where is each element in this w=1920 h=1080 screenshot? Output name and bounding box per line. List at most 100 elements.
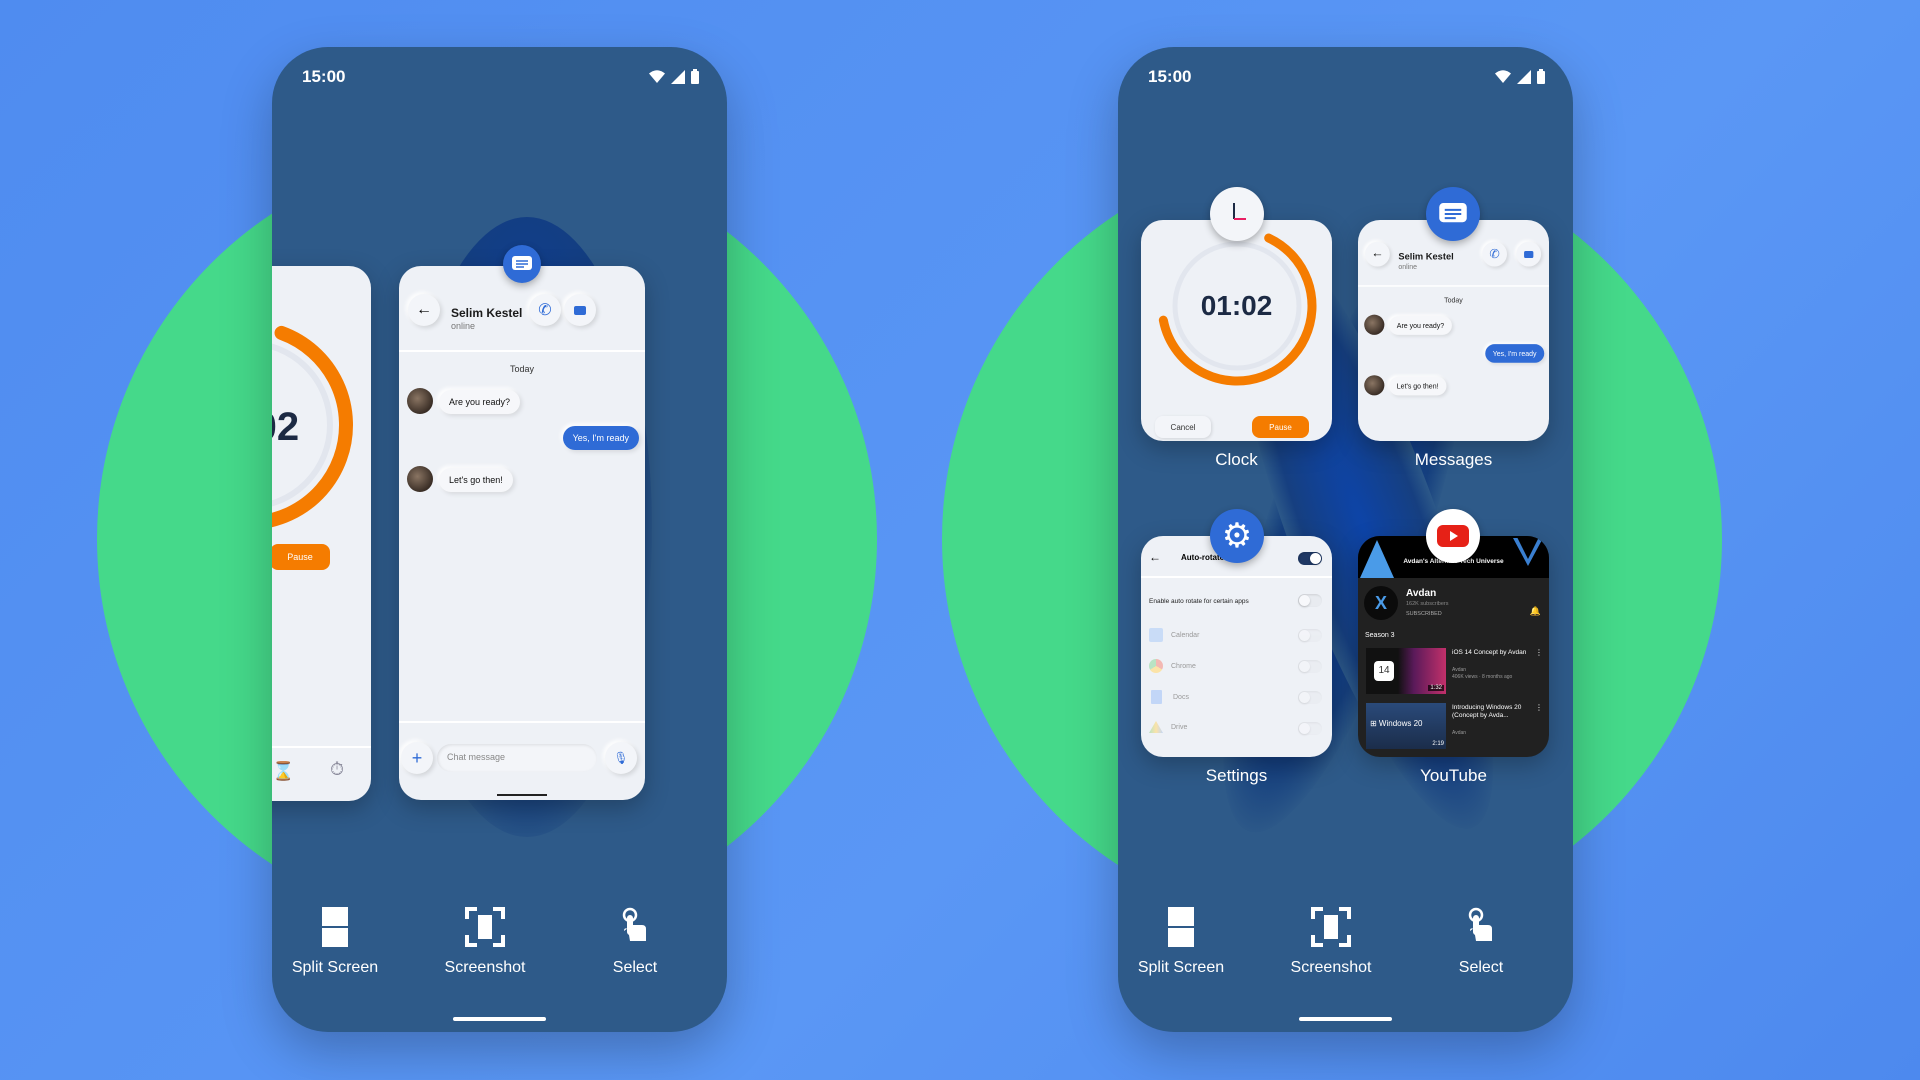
settings-app-icon[interactable]: ⚙ bbox=[1210, 509, 1264, 563]
section-title: Season 3 bbox=[1365, 632, 1395, 639]
chat-message-input[interactable]: Chat message bbox=[437, 744, 597, 772]
chrome-icon bbox=[1149, 659, 1163, 673]
timer-display: 01:02 bbox=[272, 405, 300, 449]
app-name: Docs bbox=[1173, 693, 1189, 701]
channel-name: Avdan bbox=[1406, 588, 1437, 599]
messages-icon bbox=[512, 256, 532, 270]
chrome-toggle[interactable] bbox=[1298, 660, 1322, 673]
screenshot-icon bbox=[465, 907, 505, 947]
status-time: 15:00 bbox=[302, 67, 346, 86]
screenshot-button[interactable]: Screenshot bbox=[415, 907, 555, 977]
message-bubble: Are you ready? bbox=[439, 390, 521, 414]
youtube-app-card[interactable]: Avdan's Alternate Tech Universe X Avdan … bbox=[1358, 536, 1549, 757]
video-thumbnail[interactable]: 14 1:32 bbox=[1366, 648, 1446, 694]
signal-icon bbox=[671, 69, 685, 84]
message-bubble: Let's go then! bbox=[1389, 376, 1447, 396]
action-label: Select bbox=[612, 959, 658, 976]
action-label: Screenshot bbox=[1290, 959, 1372, 976]
contact-status: online bbox=[1398, 262, 1418, 271]
action-label: Select bbox=[1458, 959, 1504, 976]
select-button[interactable]: Select bbox=[565, 907, 705, 977]
wifi-icon bbox=[1495, 70, 1511, 83]
action-label: Split Screen bbox=[1137, 959, 1225, 976]
stopwatch-icon[interactable]: ⏱ bbox=[330, 759, 344, 780]
phone-recents-carousel: 15:00 01:02 Pause ⌛ ⏱ ← Selim Kestel onl… bbox=[272, 47, 727, 1032]
split-screen-button[interactable]: Split Screen bbox=[1118, 907, 1251, 977]
video-title[interactable]: Introducing Windows 20 (Concept by Avda.… bbox=[1452, 704, 1534, 720]
calendar-icon bbox=[1149, 628, 1163, 642]
split-screen-button[interactable]: Split Screen bbox=[272, 907, 405, 977]
back-button[interactable]: ← bbox=[1149, 550, 1161, 564]
timer-display: 01:02 bbox=[1200, 290, 1273, 321]
wifi-icon bbox=[649, 70, 665, 83]
video-call-button[interactable] bbox=[1516, 241, 1542, 267]
messages-app-card[interactable]: ← Selim Kestel online ✆ Today Are you re… bbox=[399, 266, 645, 800]
auto-rotate-apps-option: Enable auto rotate for certain apps bbox=[1149, 598, 1249, 605]
video-thumbnail[interactable]: ⊞ Windows 20 2:19 bbox=[1366, 703, 1446, 749]
avatar bbox=[407, 466, 433, 492]
clock-app-icon[interactable] bbox=[1210, 187, 1264, 241]
more-options-icon[interactable]: ⋮ bbox=[1535, 648, 1543, 657]
calendar-toggle[interactable] bbox=[1298, 629, 1322, 642]
clock-app-card[interactable]: 01:02 Pause ⌛ ⏱ bbox=[272, 266, 371, 801]
thumbnail-text: ⊞ Windows 20 bbox=[1370, 719, 1423, 728]
video-duration: 1:32 bbox=[1428, 685, 1444, 691]
video-duration: 2:19 bbox=[1432, 741, 1444, 747]
signal-icon bbox=[1517, 69, 1531, 84]
contact-name: Selim Kestel bbox=[451, 306, 523, 320]
gear-icon: ⚙ bbox=[1221, 517, 1253, 555]
more-options-icon[interactable]: ⋮ bbox=[1535, 703, 1543, 712]
split-screen-icon bbox=[322, 907, 348, 947]
contact-name: Selim Kestel bbox=[1398, 251, 1454, 262]
select-button[interactable]: Select bbox=[1411, 907, 1551, 977]
video-icon bbox=[574, 305, 586, 315]
auto-rotate-toggle[interactable] bbox=[1298, 552, 1322, 565]
back-button[interactable]: ← bbox=[1364, 241, 1390, 267]
contact-status: online bbox=[451, 321, 476, 331]
app-label-messages: Messages bbox=[1414, 450, 1493, 469]
action-label: Screenshot bbox=[444, 959, 526, 976]
messages-icon bbox=[1439, 203, 1467, 223]
divider bbox=[399, 721, 645, 723]
youtube-icon bbox=[1437, 525, 1469, 547]
app-name: Calendar bbox=[1171, 631, 1200, 639]
call-button[interactable]: ✆ bbox=[1482, 241, 1507, 267]
clock-app-card[interactable]: 01:02 Cancel Pause bbox=[1141, 220, 1332, 441]
status-icons bbox=[1495, 69, 1545, 84]
messages-app-icon[interactable] bbox=[503, 245, 541, 283]
bell-icon[interactable]: 🔔 bbox=[1530, 606, 1541, 617]
channel-avatar[interactable]: X bbox=[1364, 586, 1398, 620]
video-call-button[interactable] bbox=[564, 294, 596, 326]
cancel-button[interactable]: Cancel bbox=[1155, 416, 1211, 438]
settings-app-card[interactable]: ← Auto-rotate Enable auto rotate for cer… bbox=[1141, 536, 1332, 757]
microphone-button[interactable]: 🎙 bbox=[605, 742, 637, 774]
call-button[interactable]: ✆ bbox=[529, 294, 561, 326]
screenshot-button[interactable]: Screenshot bbox=[1261, 907, 1401, 977]
hourglass-icon[interactable]: ⌛ bbox=[272, 761, 294, 782]
drive-toggle[interactable] bbox=[1298, 722, 1322, 735]
pause-button[interactable]: Pause bbox=[272, 544, 330, 570]
back-button[interactable]: ← bbox=[408, 294, 440, 326]
home-indicator bbox=[497, 794, 547, 796]
docs-toggle[interactable] bbox=[1298, 691, 1322, 704]
message-bubble: Are you ready? bbox=[1389, 316, 1452, 335]
messages-app-card[interactable]: ← Selim Kestel online ✆ Today Are you re… bbox=[1358, 220, 1549, 441]
add-attachment-button[interactable]: + bbox=[401, 742, 433, 774]
pause-button[interactable]: Pause bbox=[1252, 416, 1309, 438]
divider bbox=[272, 746, 371, 748]
date-separator: Today bbox=[1444, 296, 1463, 304]
youtube-app-icon[interactable] bbox=[1426, 509, 1480, 563]
auto-rotate-apps-toggle[interactable] bbox=[1298, 594, 1322, 607]
home-gesture-bar[interactable] bbox=[1299, 1017, 1392, 1021]
video-title[interactable]: iOS 14 Concept by Avdan bbox=[1452, 649, 1532, 657]
video-meta: 406K views · 8 months ago bbox=[1452, 674, 1513, 680]
message-bubble-sent: Yes, I'm ready bbox=[562, 426, 639, 450]
messages-app-icon[interactable] bbox=[1426, 187, 1480, 241]
screenshot-icon bbox=[1311, 907, 1351, 947]
avatar bbox=[407, 388, 433, 414]
app-label-youtube: YouTube bbox=[1420, 766, 1487, 785]
home-gesture-bar[interactable] bbox=[453, 1017, 546, 1021]
divider bbox=[1141, 576, 1332, 578]
subscribed-button[interactable]: SUBSCRIBED bbox=[1406, 611, 1442, 617]
message-bubble: Let's go then! bbox=[439, 468, 513, 492]
